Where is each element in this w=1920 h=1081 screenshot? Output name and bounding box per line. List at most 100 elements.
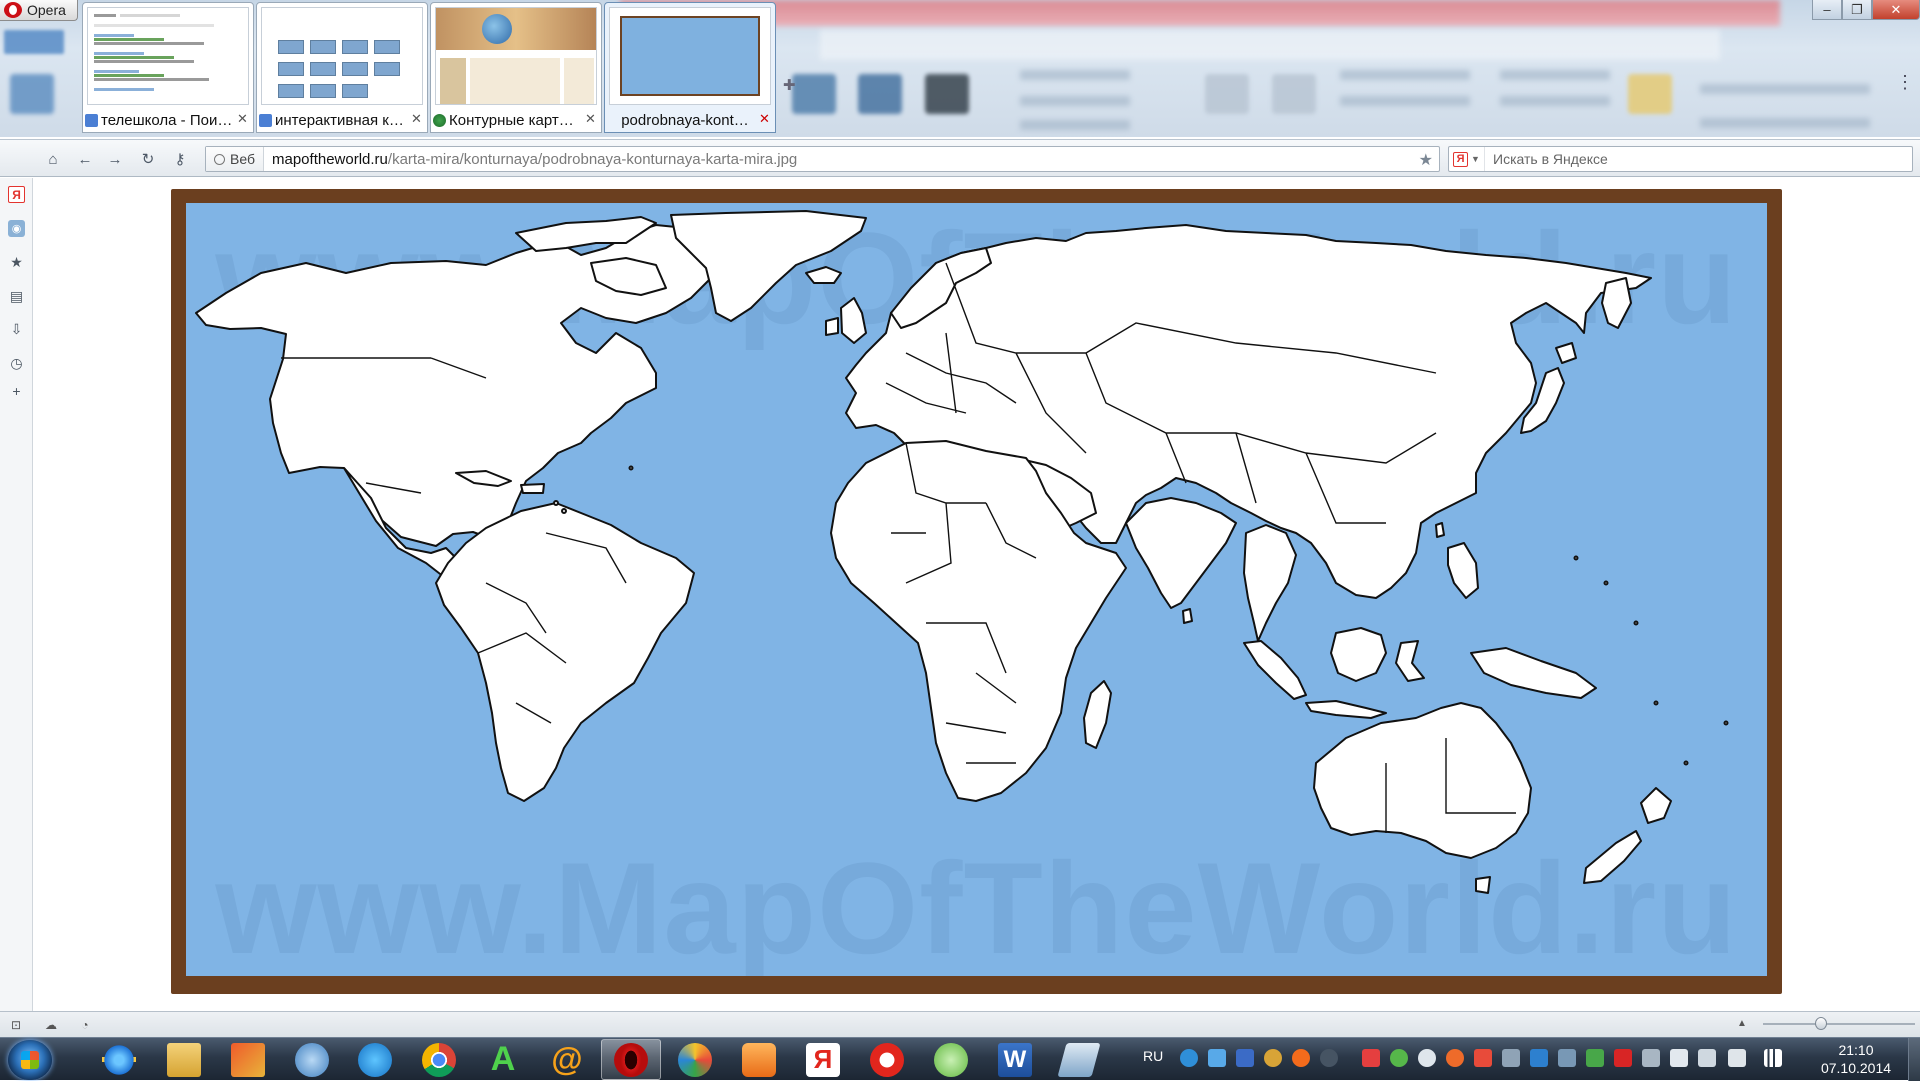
background-ribbon-icon (792, 74, 836, 114)
yandex-icon[interactable] (857, 1039, 917, 1080)
show-desktop-button[interactable] (1908, 1038, 1920, 1081)
shield-tray-icon[interactable] (1208, 1049, 1226, 1067)
site-info-button[interactable]: Веб (206, 147, 264, 171)
check-tray-icon[interactable] (1586, 1049, 1604, 1067)
tab-thumbnail (435, 7, 597, 105)
background-ribbon-text (1020, 96, 1130, 106)
turbo-icon[interactable]: ◔ (77, 1017, 93, 1033)
bluetooth-tray-icon[interactable] (1530, 1049, 1548, 1067)
app-colorful-icon[interactable] (665, 1039, 725, 1080)
history-icon[interactable]: ◷ (8, 355, 25, 372)
word-icon[interactable]: W (985, 1039, 1045, 1080)
background-ribbon-text (1500, 96, 1610, 106)
tab-contour-maps[interactable]: Контурные карт… ✕ (430, 2, 602, 133)
utorrent-tray-icon[interactable] (1390, 1049, 1408, 1067)
network-x-tray-icon[interactable] (1236, 1049, 1254, 1067)
search-input[interactable] (1485, 148, 1895, 170)
chrome-icon[interactable] (409, 1039, 469, 1080)
reload-icon[interactable]: ↻ (138, 149, 158, 169)
add-panel-icon[interactable]: + (8, 382, 25, 399)
battery-tray-icon[interactable] (1670, 1049, 1688, 1067)
k-tray-icon[interactable] (1614, 1049, 1632, 1067)
key-wand-icon[interactable]: ⚷ (170, 149, 190, 169)
opera-icon[interactable] (601, 1039, 661, 1080)
opera-menu-label: Opera (27, 2, 66, 18)
tab-podrobnaya-map[interactable]: podrobnaya-kont… ✕ (604, 2, 776, 133)
home-icon[interactable]: ⌂ (43, 149, 63, 169)
background-ribbon-icon (925, 74, 969, 114)
url-path: /karta-mira/konturnaya/podrobnaya-kontur… (387, 150, 798, 168)
background-ribbon-text (1020, 120, 1130, 130)
tab-search-telescola[interactable]: телешкола - Пои… ✕ (82, 2, 254, 133)
volume-icon[interactable] (1728, 1049, 1746, 1067)
generic-tray-icon[interactable] (1320, 1049, 1338, 1067)
search-engine-selector[interactable]: Я ▼ (1449, 147, 1485, 171)
internet-explorer-icon[interactable] (89, 1039, 149, 1080)
forward-icon[interactable]: → (105, 149, 125, 169)
language-indicator[interactable]: RU (1143, 1048, 1163, 1064)
agent-tray-icon[interactable] (1264, 1049, 1282, 1067)
tab-close-icon[interactable]: ✕ (758, 111, 771, 127)
tab-close-icon[interactable]: ✕ (236, 111, 249, 127)
signal-icon[interactable] (1764, 1049, 1782, 1067)
media-player-icon[interactable] (729, 1039, 789, 1080)
cloud-sync-icon[interactable]: ☁ (43, 1017, 59, 1033)
clock-time: 21:10 (1838, 1042, 1874, 1058)
new-zealand-south-shape (1583, 830, 1642, 884)
flag-tray-icon[interactable] (1698, 1049, 1716, 1067)
zoom-slider[interactable] (1763, 1017, 1915, 1030)
tab-title: интерактивная к… (275, 111, 404, 129)
page-content: www.MapOfTheWorld.ru www.MapOfTheWorld.r… (34, 178, 1920, 1011)
sync-tray-icon[interactable] (1180, 1049, 1198, 1067)
search-field[interactable]: Я ▼ (1448, 146, 1913, 172)
skype-like-icon[interactable] (345, 1039, 405, 1080)
mail-agent-icon[interactable]: @ (537, 1039, 597, 1080)
address-field[interactable]: Веб mapoftheworld.ru/karta-mira/konturna… (205, 146, 1440, 172)
maximize-button[interactable]: ❐ (1842, 0, 1872, 20)
close-window-button[interactable]: ✕ (1872, 0, 1920, 20)
hokkaido-shape (1555, 342, 1577, 364)
speaker-red-tray-icon[interactable] (1474, 1049, 1492, 1067)
notes-icon[interactable]: ▤ (8, 288, 25, 305)
tab-close-icon[interactable]: ✕ (584, 111, 597, 127)
ms-office-icon[interactable] (218, 1039, 278, 1080)
cloud-tray-icon[interactable] (1418, 1049, 1436, 1067)
zoom-slider-knob[interactable] (1814, 1017, 1827, 1030)
bookmark-star-icon[interactable]: ★ (1419, 150, 1433, 170)
plane-tray-icon[interactable] (1502, 1049, 1520, 1067)
speed-dial-icon[interactable]: ◉ (8, 220, 25, 237)
bookmarks-star-icon[interactable]: ★ (8, 254, 25, 271)
uk-shape (840, 297, 867, 344)
yandex-icon[interactable]: Я (8, 186, 25, 203)
yandex-browser-icon[interactable]: Я (793, 1039, 853, 1080)
alert-tray-icon[interactable] (1362, 1049, 1380, 1067)
zoom-up-icon[interactable]: ▲ (1737, 1018, 1747, 1029)
clock[interactable]: 21:10 07.10.2014 (1808, 1041, 1904, 1077)
url-text[interactable]: mapoftheworld.ru/karta-mira/konturnaya/p… (264, 151, 797, 168)
camera-tray-icon[interactable] (1558, 1049, 1576, 1067)
font-a-icon[interactable]: A (473, 1039, 533, 1080)
flame-tray-icon[interactable] (1446, 1049, 1464, 1067)
notebook-icon[interactable] (1049, 1039, 1109, 1080)
start-button[interactable] (8, 1040, 52, 1080)
world-outline-map-image: www.MapOfTheWorld.ru www.MapOfTheWorld.r… (171, 189, 1782, 994)
opera-menu-button[interactable]: Opera (0, 0, 78, 21)
downloads-icon[interactable]: ⇩ (8, 321, 25, 338)
tab-strip-menu-icon[interactable]: ⋮ (1896, 72, 1914, 93)
file-explorer-icon[interactable] (154, 1039, 214, 1080)
background-window-titlebar (620, 0, 1780, 26)
close-tray-icon[interactable] (1642, 1049, 1660, 1067)
panel-toggle-icon[interactable]: ⊡ (8, 1017, 24, 1033)
desktop: Opera телешкола - Пои… ✕ интерактивная к… (0, 0, 1920, 1081)
utorrent-icon[interactable] (921, 1039, 981, 1080)
madagascar-shape (1083, 680, 1112, 749)
media-tray-icon[interactable] (1292, 1049, 1310, 1067)
minimize-button[interactable]: – (1812, 0, 1842, 20)
sulawesi-shape (1395, 640, 1425, 682)
tab-close-icon[interactable]: ✕ (410, 111, 423, 127)
back-icon[interactable]: ← (75, 149, 95, 169)
new-tab-icon[interactable]: ✚ (783, 76, 796, 94)
google-g-icon (259, 113, 272, 127)
tab-interactive-map[interactable]: интерактивная к… ✕ (256, 2, 428, 133)
audio-icon[interactable] (282, 1039, 342, 1080)
